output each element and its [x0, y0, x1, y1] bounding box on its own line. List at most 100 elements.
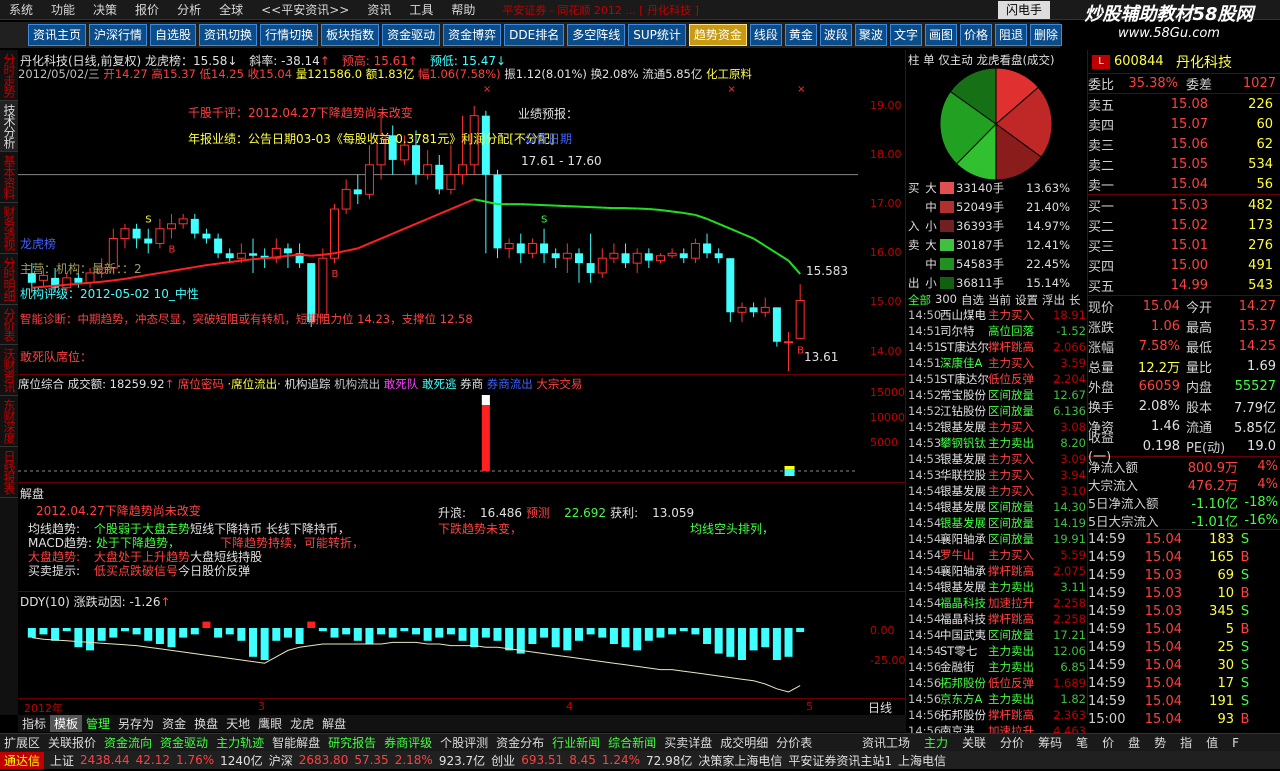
toolbar-button-1[interactable]: 沪深行情 — [89, 24, 147, 46]
menu-item-function[interactable]: 功能 — [42, 1, 84, 18]
indicator-tab-4[interactable]: 资金 — [158, 715, 190, 732]
indicator-tab-0[interactable]: 指标 — [18, 715, 50, 732]
flow-row[interactable]: 14:56拓邦股份撑杆跳高2.363 — [908, 707, 1088, 723]
link-1[interactable]: 关联报价 — [44, 734, 100, 751]
toolbar-button-5[interactable]: 板块指数 — [321, 24, 379, 46]
flow-row[interactable]: 14:54罗牛山主力买入5.59 — [908, 547, 1088, 563]
indicator-tab-1[interactable]: 模板 — [50, 715, 82, 732]
menu-item-tools[interactable]: 工具 — [400, 1, 442, 18]
indicator-tab-6[interactable]: 天地 — [222, 715, 254, 732]
book-row[interactable]: 买二15.02173 — [1088, 215, 1280, 235]
book-row[interactable]: 买四15.00491 — [1088, 255, 1280, 275]
flow-row[interactable]: 14:50西山煤电主力买入18.91 — [908, 307, 1088, 323]
toolbar-button-16[interactable]: 文字 — [890, 24, 922, 46]
right-tab-9[interactable]: 指 — [1173, 734, 1199, 751]
flow-row[interactable]: 14:51深康佳A主力买入3.59 — [908, 355, 1088, 371]
menu-item-global[interactable]: 全球 — [210, 1, 252, 18]
toolbar-button-18[interactable]: 价格 — [960, 24, 992, 46]
flow-tab-4[interactable]: 设置 — [1015, 292, 1038, 307]
book-row[interactable]: 买五14.99543 — [1088, 275, 1280, 295]
toolbar-button-15[interactable]: 聚波 — [855, 24, 887, 46]
flow-row[interactable]: 14:52银基发展主力买入3.08 — [908, 419, 1088, 435]
right-tab-0[interactable]: 资讯工场 — [855, 734, 917, 751]
flow-tab-2[interactable]: 自选 — [961, 292, 984, 307]
book-row[interactable]: 卖五15.08226 — [1088, 94, 1280, 114]
link-5[interactable]: 智能解盘 — [268, 734, 324, 751]
flow-row[interactable]: 14:52江钻股份区间放量6.136 — [908, 403, 1088, 419]
side-tab-7[interactable]: 东财深度 — [0, 396, 18, 447]
right-tab-2[interactable]: 关联 — [955, 734, 993, 751]
right-tab-3[interactable]: 分价 — [993, 734, 1031, 751]
flow-row[interactable]: 14:54银基发展主力卖出3.11 — [908, 579, 1088, 595]
menu-item-quote[interactable]: 报价 — [126, 1, 168, 18]
flow-row[interactable]: 14:54ST零七主力卖出12.06 — [908, 643, 1088, 659]
toolbar-button-10[interactable]: SUP统计 — [628, 24, 686, 46]
flow-row[interactable]: 14:53华联控股主力买入3.94 — [908, 467, 1088, 483]
link-9[interactable]: 资金分布 — [492, 734, 548, 751]
flow-row[interactable]: 14:53攀钢钒钛主力卖出8.20 — [908, 435, 1088, 451]
toolbar-button-0[interactable]: 资讯主页 — [28, 24, 86, 46]
flow-row[interactable]: 14:54福晶科技加速拉升2.258 — [908, 595, 1088, 611]
book-row[interactable]: 卖四15.0760 — [1088, 114, 1280, 134]
indicator-tab-7[interactable]: 鹰眼 — [254, 715, 286, 732]
right-tab-10[interactable]: 值 — [1199, 734, 1225, 751]
flow-row[interactable]: 14:54银基发展区间放量14.30 — [908, 499, 1088, 515]
book-row[interactable]: 买三15.01276 — [1088, 235, 1280, 255]
book-row[interactable]: 买一15.03482 — [1088, 195, 1280, 215]
link-10[interactable]: 行业新闻 — [548, 734, 604, 751]
side-tab-2[interactable]: 基本资料 — [0, 152, 18, 203]
indicator-tab-8[interactable]: 龙虎 — [286, 715, 318, 732]
menu-item-help[interactable]: 帮助 — [442, 1, 484, 18]
right-tab-4[interactable]: 筹码 — [1031, 734, 1069, 751]
right-tab-5[interactable]: 笔 — [1069, 734, 1095, 751]
flow-row[interactable]: 14:54襄阳轴承撑杆跳高2.075 — [908, 563, 1088, 579]
link-3[interactable]: 资金驱动 — [156, 734, 212, 751]
flow-tab-6[interactable]: 长 — [1069, 292, 1081, 307]
flow-row[interactable]: 14:51ST康达尔低位反弹2.204 — [908, 371, 1088, 387]
flow-row[interactable]: 14:54银基发展主力买入3.10 — [908, 483, 1088, 499]
toolbar-button-7[interactable]: 资金博弈 — [443, 24, 501, 46]
toolbar-button-19[interactable]: 阻退 — [995, 24, 1027, 46]
link-14[interactable]: 分价表 — [772, 734, 816, 751]
chart-area[interactable]: 丹化科技(日线,前复权) 龙虎榜：15.58↓ 斜率: -38.14↑ 预高: … — [18, 50, 906, 715]
side-tab-1[interactable]: 技术分析 — [0, 101, 18, 152]
indicator-tab-3[interactable]: 另存为 — [114, 715, 158, 732]
side-tab-3[interactable]: 财务透视 — [0, 203, 18, 254]
flow-row[interactable]: 14:56京东方A主力卖出1.82 — [908, 691, 1088, 707]
flow-tabs[interactable]: 全部300自选当前设置浮出长 — [908, 292, 1088, 307]
side-tab-4[interactable]: 分时明细 — [0, 254, 18, 305]
toolbar-button-3[interactable]: 资讯切换 — [199, 24, 257, 46]
book-row[interactable]: 卖二15.05534 — [1088, 154, 1280, 174]
flow-row[interactable]: 14:53银基发展主力买入3.09 — [908, 451, 1088, 467]
flow-tab-0[interactable]: 全部 — [908, 292, 931, 307]
link-13[interactable]: 成交明细 — [716, 734, 772, 751]
flow-tab-5[interactable]: 浮出 — [1042, 292, 1065, 307]
menu-item-pingan[interactable]: <<平安资讯>> — [252, 1, 358, 18]
toolbar-button-4[interactable]: 行情切换 — [260, 24, 318, 46]
flow-row[interactable]: 14:54襄阳轴承区间放量19.91 — [908, 531, 1088, 547]
toolbar-button-11[interactable]: 趋势资金 — [689, 24, 747, 46]
link-11[interactable]: 综合新闻 — [604, 734, 660, 751]
side-tab-0[interactable]: 分时走势 — [0, 50, 18, 101]
right-tab-6[interactable]: 价 — [1095, 734, 1121, 751]
menu-item-analysis[interactable]: 分析 — [168, 1, 210, 18]
right-tab-1[interactable]: 主力 — [917, 734, 955, 751]
menu-item-system[interactable]: 系统 — [0, 1, 42, 18]
indicator-tab-5[interactable]: 换盘 — [190, 715, 222, 732]
toolbar-button-9[interactable]: 多空阵线 — [567, 24, 625, 46]
toolbar-button-12[interactable]: 线段 — [750, 24, 782, 46]
right-tab-7[interactable]: 盘 — [1121, 734, 1147, 751]
indicator-tab-9[interactable]: 解盘 — [318, 715, 350, 732]
menu-item-decision[interactable]: 决策 — [84, 1, 126, 18]
book-row[interactable]: 卖一15.0456 — [1088, 174, 1280, 194]
flow-row[interactable]: 14:51司尔特高位回落-1.52 — [908, 323, 1088, 339]
toolbar-button-17[interactable]: 画图 — [925, 24, 957, 46]
link-8[interactable]: 个股评测 — [436, 734, 492, 751]
link-6[interactable]: 研究报告 — [324, 734, 380, 751]
flash-trade-button[interactable]: 闪电手 — [998, 1, 1050, 19]
flow-tab-1[interactable]: 300 — [935, 292, 957, 307]
side-tab-5[interactable]: 分价表 — [0, 305, 18, 345]
flow-row[interactable]: 14:52常宝股份区间放量12.67 — [908, 387, 1088, 403]
flow-row[interactable]: 14:51ST康达尔撑杆跳高2.066 — [908, 339, 1088, 355]
link-7[interactable]: 券商评级 — [380, 734, 436, 751]
